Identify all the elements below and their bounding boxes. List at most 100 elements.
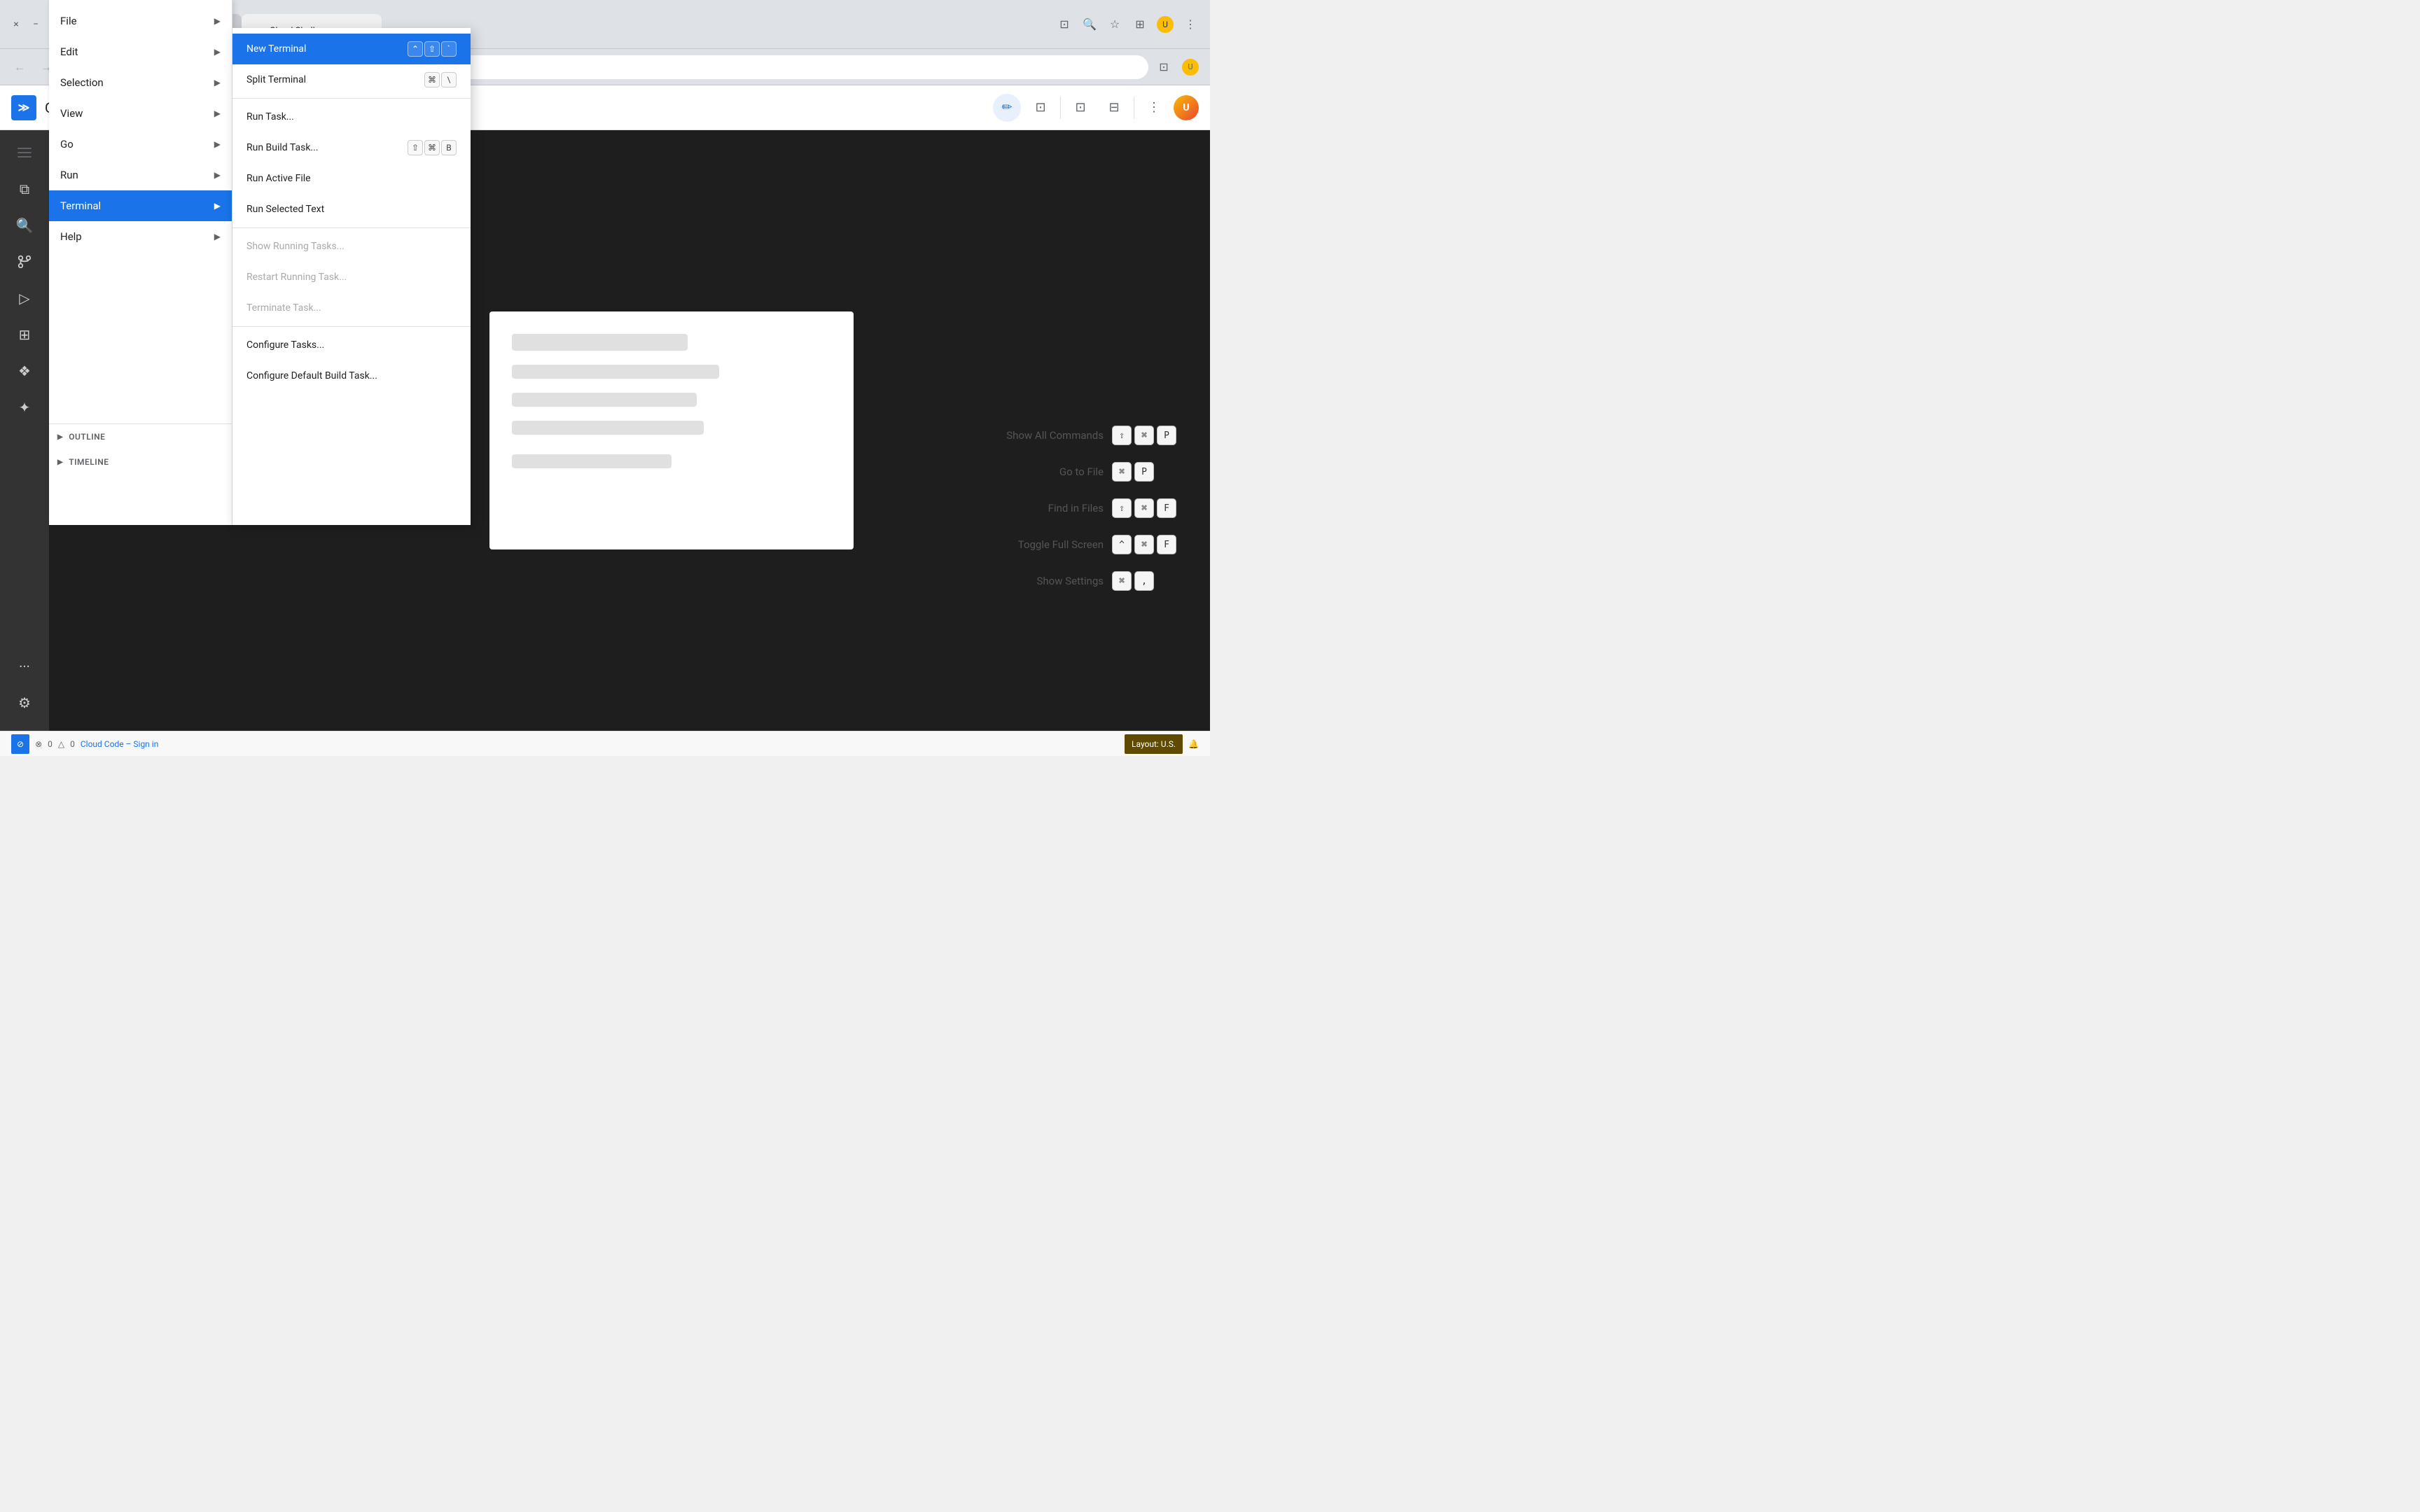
- primary-menu: File ▶ Edit ▶ Selection ▶ View ▶ Go ▶: [49, 130, 232, 525]
- status-remote-btn[interactable]: ⊘: [11, 734, 29, 754]
- outline-arrow-icon: ▶: [57, 433, 63, 441]
- cmd-key-comma: ⌘: [1112, 571, 1132, 591]
- browser-profile-btn[interactable]: U: [1154, 13, 1176, 36]
- sidebar-icon-source-control[interactable]: [8, 245, 41, 279]
- bell-button[interactable]: 🔔: [1188, 739, 1199, 749]
- submenu-configure-default-build-task[interactable]: Configure Default Build Task...: [232, 360, 471, 391]
- edit-mode-button[interactable]: ✏: [993, 94, 1021, 122]
- submenu-divider-2: [232, 227, 471, 228]
- browser-cast-page-btn[interactable]: ⊡: [1153, 56, 1175, 78]
- hint-toggle-fullscreen: Toggle Full Screen ^ ⌘ F: [964, 535, 1176, 554]
- run-build-shortcut: ⇧ ⌘ B: [408, 140, 457, 155]
- command-hints: Show All Commands ⇧ ⌘ P Go to File ⌘ P: [964, 426, 1176, 591]
- timeline-arrow-icon: ▶: [57, 458, 63, 466]
- warning-icon: △: [58, 739, 64, 749]
- submenu-run-build-task[interactable]: Run Build Task... ⇧ ⌘ B: [232, 132, 471, 163]
- submenu-run-selected-text[interactable]: Run Selected Text: [232, 194, 471, 225]
- status-bar: ⊘ ⊗ 0 △ 0 Cloud Code – Sign in Layout: U…: [0, 731, 1210, 756]
- run-debug-icon: ▷: [19, 290, 29, 307]
- error-count: 0: [48, 739, 53, 749]
- close-btn[interactable]: ×: [8, 17, 24, 32]
- sidebar-icon-run-debug[interactable]: ▷: [8, 281, 41, 315]
- submenu-configure-tasks[interactable]: Configure Tasks...: [232, 330, 471, 360]
- sidebar-icon-gemini[interactable]: ✦: [8, 391, 41, 424]
- hint-show-settings: Show Settings ⌘ ,: [964, 571, 1176, 591]
- menu-item-run[interactable]: Run ▶: [49, 160, 232, 190]
- search-icon: 🔍: [16, 217, 34, 234]
- more-options-button[interactable]: ⋮: [1140, 94, 1168, 122]
- browser-more-btn[interactable]: ⋮: [1179, 13, 1202, 36]
- submenu-show-running-tasks: Show Running Tasks...: [232, 231, 471, 262]
- header-actions: ✏ ⊡ ⊡ ⊟ ⋮ U: [993, 94, 1199, 122]
- layout-label[interactable]: Layout: U.S.: [1125, 734, 1183, 754]
- sidebar-icon-more[interactable]: ···: [8, 650, 41, 683]
- menu-item-go[interactable]: Go ▶: [49, 130, 232, 160]
- skeleton-4: [512, 421, 704, 435]
- sidebar-icon-search[interactable]: 🔍: [8, 209, 41, 242]
- sidebar-icon-cloud[interactable]: ❖: [8, 354, 41, 388]
- hint-keys-go-to-file: ⌘ P: [1112, 462, 1154, 482]
- comma-key: ,: [1134, 571, 1154, 591]
- sidebar-icon-settings[interactable]: ⚙: [8, 686, 41, 720]
- timeline-label: TIMELINE: [69, 457, 109, 467]
- cmd-key-fs: ⌘: [1134, 535, 1154, 554]
- hint-keys-find-files: ⇧ ⌘ F: [1112, 498, 1176, 518]
- hint-label-find-files: Find in Files: [964, 502, 1104, 514]
- sidebar-bottom: ··· ⚙: [8, 650, 41, 725]
- hint-go-to-file: Go to File ⌘ P: [964, 462, 1176, 482]
- submenu-run-active-file[interactable]: Run Active File: [232, 163, 471, 194]
- menu-item-help[interactable]: Help ▶: [49, 221, 232, 252]
- terminal-submenu: New Terminal ⌃ ⇧ ` Split Terminal ⌘ \: [232, 130, 471, 525]
- user-avatar[interactable]: U: [1174, 95, 1199, 120]
- logo-symbol: ≫: [18, 101, 30, 114]
- hint-keys-settings: ⌘ ,: [1112, 571, 1154, 591]
- gemini-icon: ✦: [19, 399, 31, 416]
- minimize-btn[interactable]: −: [28, 17, 43, 32]
- hint-keys-show-all: ⇧ ⌘ P: [1112, 426, 1176, 445]
- edit-icon: ✏: [1001, 100, 1012, 115]
- submenu-restart-running-task: Restart Running Task...: [232, 262, 471, 293]
- hint-label-go-to-file: Go to File: [964, 465, 1104, 478]
- terminal-button[interactable]: ⊡: [1027, 94, 1055, 122]
- submenu-divider-3: [232, 326, 471, 327]
- menu-item-terminal[interactable]: Terminal ▶: [49, 190, 232, 221]
- browser-extensions-btn[interactable]: ⊞: [1129, 13, 1151, 36]
- terminal-arrow-icon: ▶: [214, 201, 221, 211]
- shift-key-f: ⇧: [1112, 498, 1132, 518]
- browser-bookmark-btn[interactable]: ☆: [1104, 13, 1126, 36]
- ctrl-key-fs: ^: [1112, 535, 1132, 554]
- status-bar-right: Layout: U.S. 🔔: [1125, 734, 1199, 754]
- sidebar-icon-menu[interactable]: [8, 136, 41, 169]
- cmd-key-p2: ⌘: [1112, 462, 1132, 482]
- hamburger-icon: [15, 145, 34, 160]
- help-arrow-icon: ▶: [214, 232, 221, 241]
- back-button[interactable]: ←: [8, 56, 31, 78]
- browser-cast-btn[interactable]: ⊡: [1053, 13, 1076, 36]
- preview-button[interactable]: ⊡: [1066, 94, 1094, 122]
- app-logo: ≫: [11, 95, 36, 120]
- files-icon: ⧉: [20, 181, 29, 197]
- sidebar-icon-files[interactable]: ⧉: [8, 172, 41, 206]
- browser-search-btn[interactable]: 🔍: [1078, 13, 1101, 36]
- browser-actions: ⊡ 🔍 ☆ ⊞ U ⋮: [1053, 13, 1202, 36]
- cloud-code-label[interactable]: Cloud Code – Sign in: [81, 739, 158, 749]
- submenu-terminate-task: Terminate Task...: [232, 293, 471, 323]
- preview-icon: ⊡: [1075, 100, 1085, 115]
- p-key-2: P: [1134, 462, 1154, 482]
- hint-label-settings: Show Settings: [964, 575, 1104, 587]
- header-divider: [1060, 97, 1061, 119]
- shift-key-b: ⇧: [408, 140, 423, 155]
- menu-overlay: File ▶ Edit ▶ Selection ▶ View ▶ Go ▶: [49, 130, 471, 525]
- warning-count: 0: [70, 739, 75, 749]
- hint-show-all-commands: Show All Commands ⇧ ⌘ P: [964, 426, 1176, 445]
- skeleton-3: [512, 393, 697, 407]
- browser-profile-small-btn[interactable]: U: [1179, 56, 1202, 78]
- main-area: ⧉ 🔍 ▷ ⊞ ❖ ✦: [0, 130, 1210, 731]
- terminal-icon: ⊡: [1035, 100, 1045, 115]
- layout-button[interactable]: ⊟: [1100, 94, 1128, 122]
- more-dots-icon: ···: [19, 658, 30, 675]
- sidebar-icon-extensions[interactable]: ⊞: [8, 318, 41, 351]
- layout-icon: ⊟: [1108, 100, 1119, 115]
- status-bar-left: ⊘ ⊗ 0 △ 0 Cloud Code – Sign in: [11, 734, 158, 754]
- cmd-key-b: ⌘: [424, 140, 440, 155]
